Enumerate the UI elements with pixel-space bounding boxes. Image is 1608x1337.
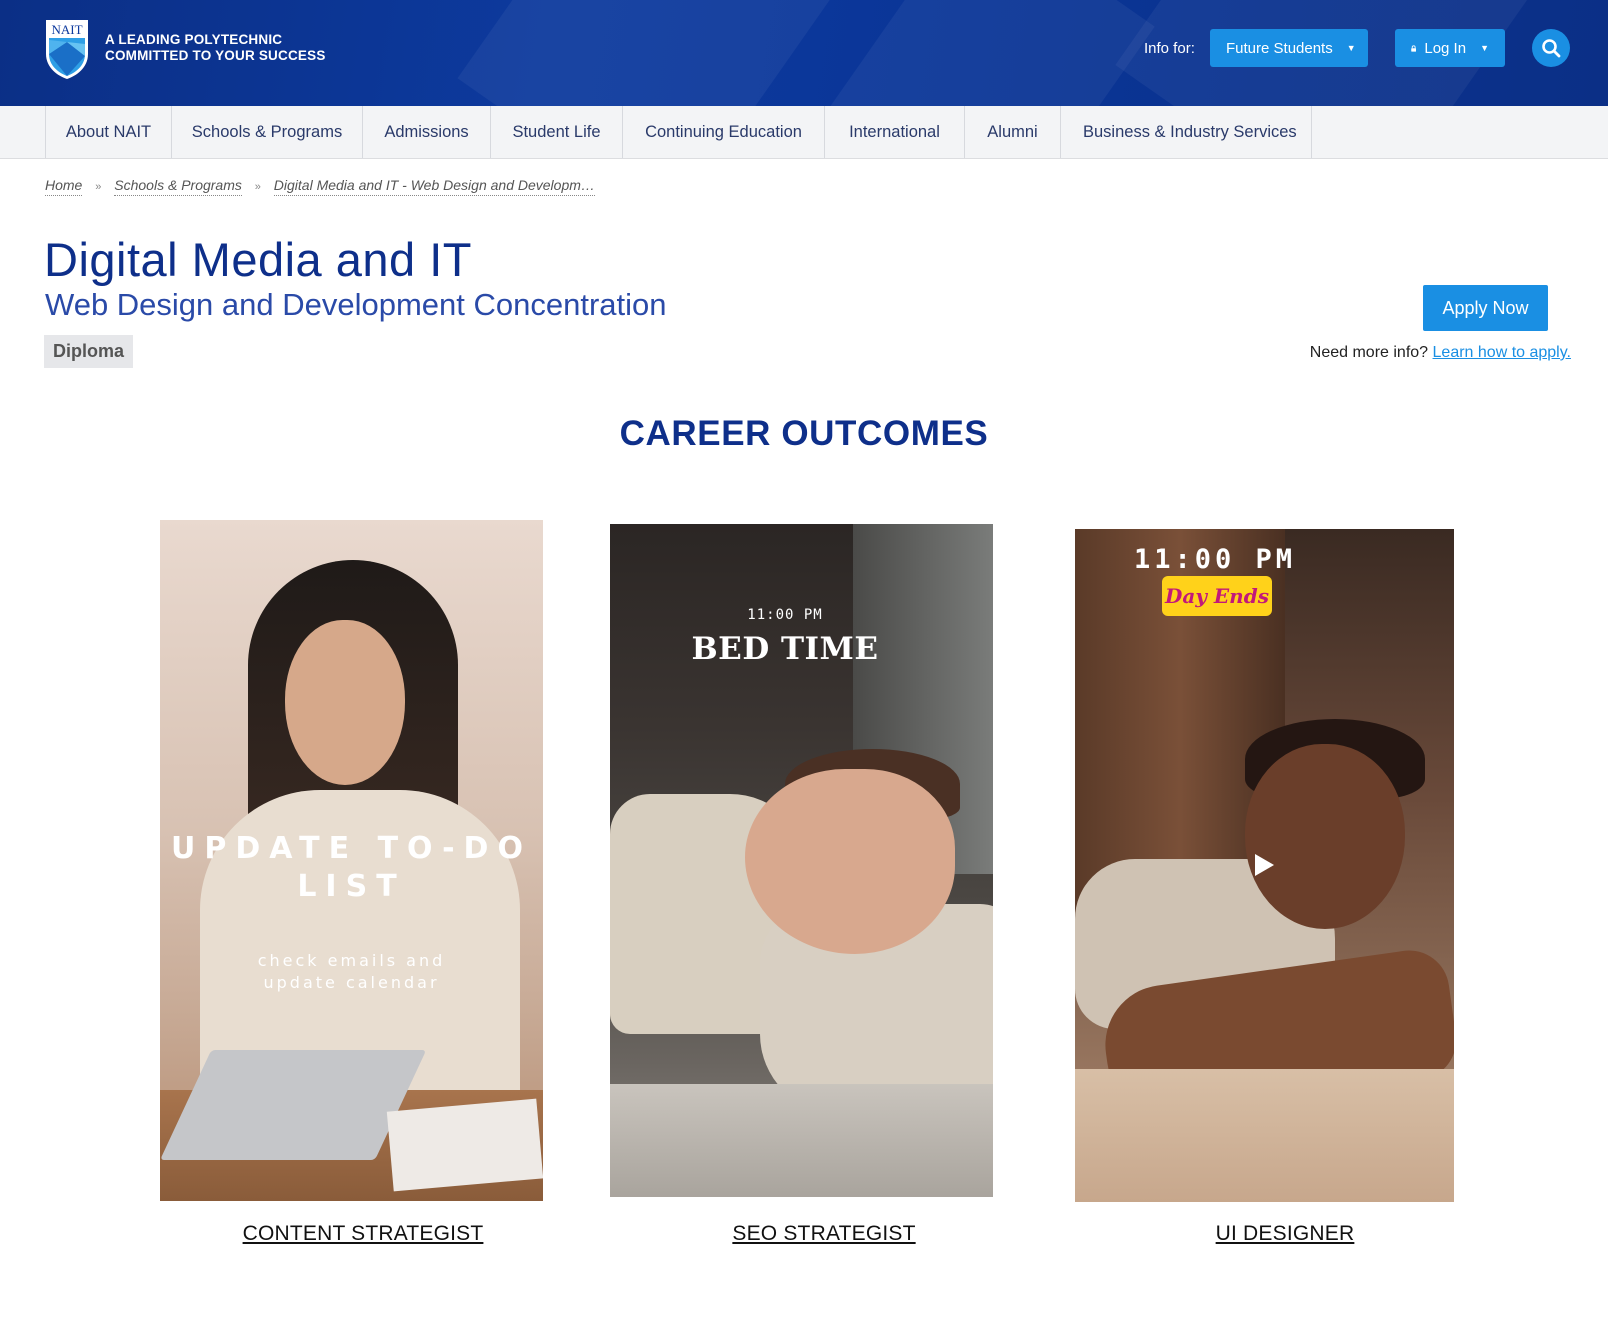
- nav-item-international[interactable]: International: [824, 106, 964, 158]
- caret-down-icon: ▼: [1346, 43, 1356, 53]
- section-title: CAREER OUTCOMES: [619, 414, 989, 453]
- nav-item-schools-programs[interactable]: Schools & Programs: [171, 106, 362, 158]
- page-subtitle: Web Design and Development Concentration: [45, 287, 667, 322]
- more-info-text: Need more info?: [1309, 344, 1429, 361]
- learn-how-to-apply-link[interactable]: Learn how to apply.: [1433, 344, 1571, 361]
- career-link-seo-strategist[interactable]: SEO STRATEGIST: [610, 1222, 1038, 1246]
- nav-item-business-industry[interactable]: Business & Industry Services: [1060, 106, 1312, 158]
- breadcrumb: Home » Schools & Programs » Digital Medi…: [45, 177, 595, 196]
- overlay-time: 11:00 PM: [1133, 544, 1297, 575]
- career-card-image-content-strategist[interactable]: UPDATE TO-DO LIST check emails and updat…: [160, 520, 543, 1201]
- overlay-line: update calendar: [263, 973, 440, 992]
- audience-dropdown-label: Future Students: [1226, 39, 1333, 57]
- header-decoration: [825, 0, 1155, 106]
- career-card-image-seo-strategist[interactable]: 11:00 PM BED TIME: [610, 524, 993, 1197]
- main-nav: About NAIT Schools & Programs Admissions…: [0, 106, 1608, 159]
- header-decoration: [457, 0, 843, 106]
- play-icon[interactable]: [1255, 854, 1274, 876]
- overlay-title: UPDATE TO-DO LIST: [171, 831, 532, 904]
- photo-shape: [610, 1084, 993, 1197]
- nav-item-alumni[interactable]: Alumni: [964, 106, 1060, 158]
- overlay-time: 11:00 PM: [747, 607, 823, 623]
- photo-shape: [386, 1098, 543, 1192]
- overlay-title: BED TIME: [691, 631, 879, 667]
- nav-item-about[interactable]: About NAIT: [45, 106, 171, 158]
- career-link-content-strategist[interactable]: CONTENT STRATEGIST: [160, 1222, 566, 1246]
- login-label: Log In: [1424, 39, 1467, 57]
- more-info: Need more info? Learn how to apply.: [1310, 344, 1571, 362]
- site-header: NAIT A LEADING POLYTECHNIC COMMITTED TO …: [0, 0, 1608, 106]
- login-button[interactable]: Log In ▼: [1395, 29, 1505, 67]
- apply-now-button[interactable]: Apply Now: [1423, 285, 1548, 331]
- photo-shape: [285, 620, 405, 785]
- info-for-label: Info for:: [1144, 40, 1195, 57]
- overlay-tag: Day Ends: [1162, 576, 1272, 616]
- search-button[interactable]: [1532, 29, 1570, 67]
- photo-shape: [1075, 1069, 1454, 1202]
- search-icon: [1542, 39, 1561, 58]
- photo-shape: [1245, 744, 1405, 929]
- breadcrumb-separator: »: [254, 181, 261, 193]
- nav-item-continuing-education[interactable]: Continuing Education: [622, 106, 824, 158]
- career-card-image-ui-designer[interactable]: 11:00 PM Day Ends: [1075, 529, 1454, 1202]
- lock-icon: [1411, 44, 1417, 52]
- breadcrumb-separator: »: [95, 181, 102, 193]
- breadcrumb-schools-programs[interactable]: Schools & Programs: [114, 177, 242, 196]
- tagline: A LEADING POLYTECHNIC COMMITTED TO YOUR …: [105, 32, 326, 64]
- logo-text: NAIT: [51, 22, 82, 37]
- caret-down-icon: ▼: [1480, 43, 1489, 53]
- page-title: Digital Media and IT: [44, 233, 472, 286]
- breadcrumb-current[interactable]: Digital Media and IT - Web Design and De…: [273, 177, 595, 196]
- overlay-line: check emails and: [257, 951, 446, 970]
- career-link-ui-designer[interactable]: UI DESIGNER: [1075, 1222, 1495, 1246]
- audience-dropdown[interactable]: Future Students ▼: [1210, 29, 1368, 67]
- nav-item-admissions[interactable]: Admissions: [362, 106, 490, 158]
- nait-logo[interactable]: NAIT: [44, 18, 90, 80]
- tagline-line1: A LEADING POLYTECHNIC: [105, 32, 283, 47]
- breadcrumb-home[interactable]: Home: [45, 177, 83, 196]
- credential-badge: Diploma: [44, 335, 134, 368]
- nav-item-student-life[interactable]: Student Life: [490, 106, 622, 158]
- tagline-line2: COMMITTED TO YOUR SUCCESS: [105, 48, 326, 63]
- overlay-subtitle: check emails and update calendar: [160, 950, 543, 994]
